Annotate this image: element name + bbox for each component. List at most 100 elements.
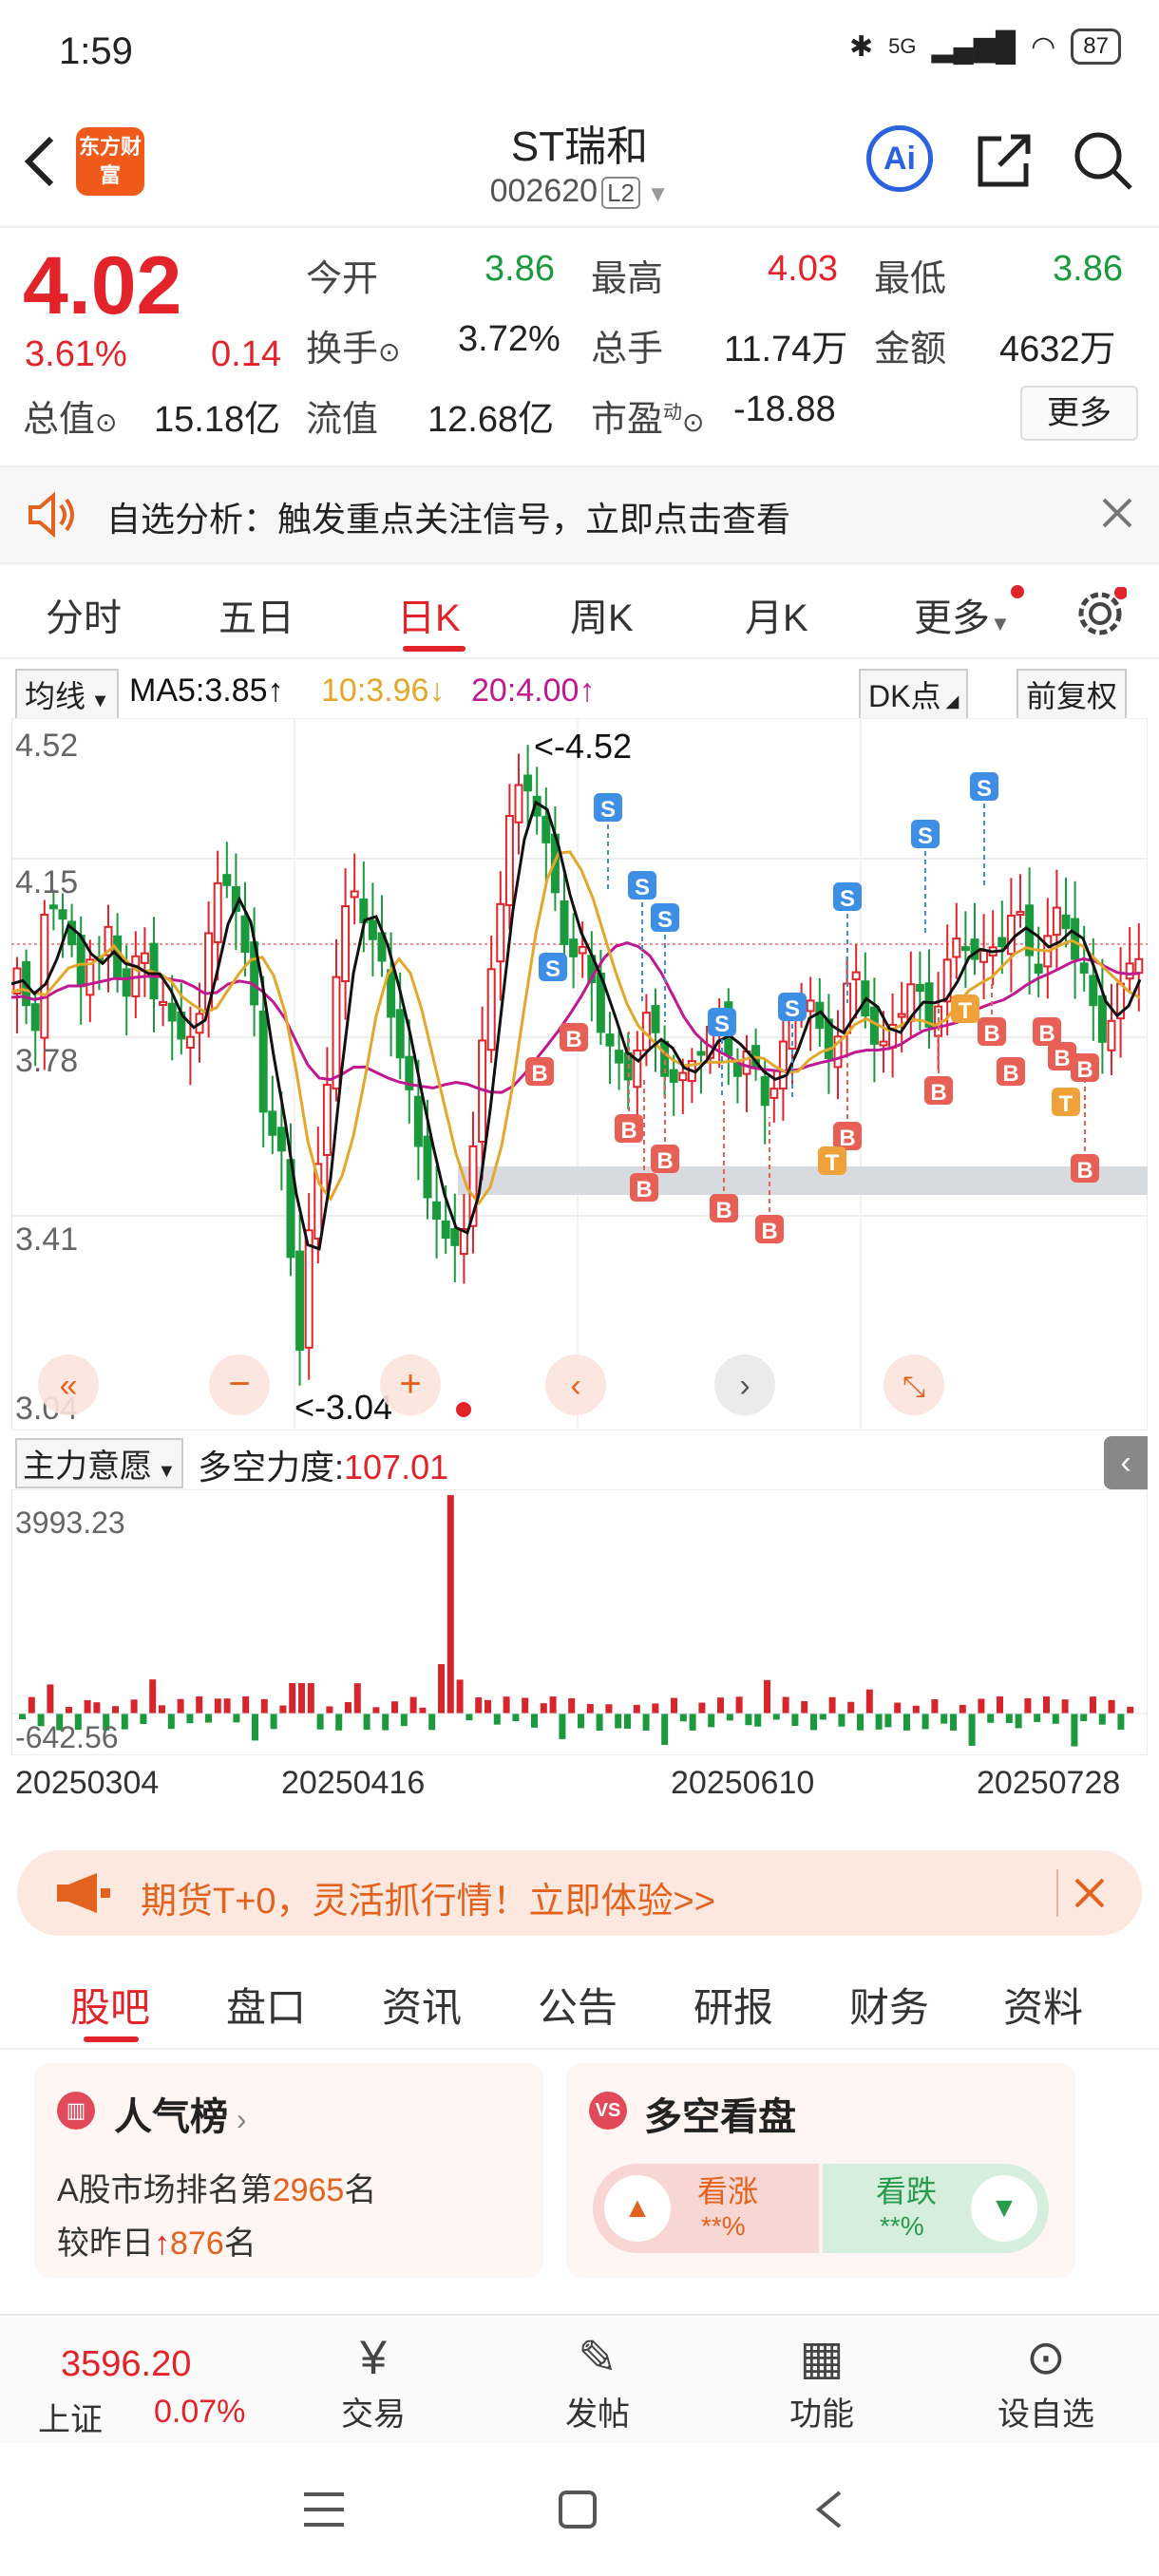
nav-trade[interactable]: ¥ 交易 [302,2327,445,2434]
tab-daily-k[interactable]: 日K [397,587,461,642]
tab-monthly-k[interactable]: 月K [745,587,808,642]
signal-marker-b[interactable]: B [997,1057,1025,1087]
signal-marker-b[interactable]: B [1071,1053,1099,1083]
volume-bar [242,1696,250,1714]
nav-add-watchlist[interactable]: ⊙ 设自选 [975,2327,1117,2434]
home-icon[interactable] [557,2489,598,2530]
svg-text:S: S [600,797,616,823]
svg-text:B: B [983,1021,999,1047]
volume-bar [884,1714,892,1728]
ma20-label: 20:4.00↑ [471,672,596,709]
zoom-out-button[interactable]: − [209,1354,270,1415]
info-icon[interactable]: ⊙ [682,407,704,437]
svg-text:B: B [656,1148,673,1174]
volume-bar [865,1689,873,1714]
tab-forum[interactable]: 股吧 [70,1976,150,2034]
signal-marker-b[interactable]: B [560,1023,588,1052]
close-icon[interactable] [1100,496,1134,530]
latest-marker [456,1402,471,1417]
adjust-selector[interactable]: 前复权 [1016,669,1128,720]
candle-body [496,902,505,963]
volume-bar [717,1697,724,1714]
candlestick-chart[interactable]: SSSSSSSSSBBBBBBBBBBBBB BBTTT <-4.52 <-3.0… [11,718,1148,1430]
popularity-card[interactable]: ▥ 人气榜 › A股市场排名第2965名 较昨日↑876名 [34,2063,543,2278]
info-icon[interactable]: ⊙ [95,407,117,437]
settings-gear-icon[interactable] [1074,587,1127,640]
quote-label: 最高 [591,259,664,299]
volume-bar [372,1707,380,1714]
candle-body [523,774,533,792]
candle-body [569,938,579,957]
candle-body [915,983,924,993]
candle-body [258,1010,268,1113]
tab-profile[interactable]: 资料 [1003,1976,1083,2034]
quote-label: 最低 [874,259,947,299]
bearish-button[interactable]: 看跌 **% ▼ [823,2164,1049,2253]
vs-icon: VS [589,2092,627,2130]
volume-bar [689,1714,696,1731]
quote-label: 市盈动⊙ [591,400,705,440]
nav-functions[interactable]: ▦ 功能 [750,2327,893,2434]
zoom-out-far-button[interactable]: « [38,1354,99,1415]
volume-bar [205,1714,212,1723]
candle-body [879,1040,888,1047]
close-icon[interactable] [1074,1877,1106,1909]
candle-body [441,1220,450,1240]
collapse-panel-button[interactable]: ‹ [1104,1436,1148,1489]
signal-marker-t[interactable]: T [1052,1088,1080,1117]
signal-marker-t[interactable]: T [818,1146,846,1176]
tab-five-day[interactable]: 五日 [218,587,294,642]
signal-marker-s[interactable]: S [539,953,567,982]
volume-bar [335,1714,343,1731]
bullish-button[interactable]: ▲ 看涨 **% [593,2164,819,2253]
megaphone-icon [57,1873,110,1913]
signal-marker-b[interactable]: B [525,1057,554,1087]
tab-orderbook[interactable]: 盘口 [226,1976,306,2034]
signal-marker-t[interactable]: T [951,994,979,1024]
candle-body [30,1003,40,1032]
nav-post[interactable]: ✎ 发帖 [526,2327,669,2434]
tab-announcements[interactable]: 公告 [538,1976,618,2034]
share-icon[interactable] [973,129,1036,192]
futures-banner[interactable]: 期货T+0，灵活抓行情！立即体验>> [17,1850,1142,1936]
sentiment-title: 多空看盘 [644,2096,796,2138]
scroll-left-button[interactable]: ‹ [545,1354,606,1415]
ma-selector[interactable]: 均线 ▼ [15,669,120,720]
svg-text:B: B [1054,1046,1070,1071]
volume-bar [438,1664,445,1714]
popularity-title: 人气榜 › [114,2096,247,2138]
info-icon[interactable]: ⊙ [378,337,400,367]
volume-bar [419,1707,427,1714]
dk-point-selector[interactable]: DK点 ◢ [859,669,969,720]
tab-weekly-k[interactable]: 周K [570,587,634,642]
ai-button[interactable]: Ai [866,125,933,192]
volume-bar [764,1679,770,1714]
menu-icon[interactable] [302,2491,346,2529]
index-value[interactable]: 3596.20 [61,2344,191,2385]
more-button[interactable]: 更多 [1020,386,1138,441]
candle-body [450,1228,460,1246]
candle-body [350,890,359,899]
tab-financials[interactable]: 财务 [849,1976,929,2034]
bullish-value: **% [701,2211,746,2241]
search-icon[interactable] [1072,129,1134,192]
tab-intraday[interactable]: 分时 [46,587,122,642]
tab-news[interactable]: 资讯 [382,1976,462,2034]
tab-more[interactable]: 更多▼ [914,585,1024,642]
candle-body [295,1250,305,1352]
stock-header: 东方财富 ST瑞和 002620 L2 ▼ Ai [0,104,1159,228]
volume-bar [1080,1714,1088,1722]
tab-research[interactable]: 研报 [694,1976,773,2034]
price-tick-label: 3.41 [15,1222,78,1258]
scroll-right-button[interactable]: › [714,1354,775,1415]
volume-bar [1098,1714,1106,1725]
indicator-selector[interactable]: 主力意愿 ▼ [15,1438,184,1488]
svg-text:S: S [918,824,933,849]
fullscreen-button[interactable]: ⤡ [884,1354,944,1415]
quote-label: 今开 [306,259,379,299]
caret-down-icon: ▼ [639,181,670,207]
candle-body [368,919,377,940]
back-icon[interactable] [811,2489,846,2530]
notification-bar[interactable]: 自选分析：触发重点关注信号，立即点击查看 [0,465,1159,564]
zoom-in-button[interactable]: + [380,1354,441,1415]
